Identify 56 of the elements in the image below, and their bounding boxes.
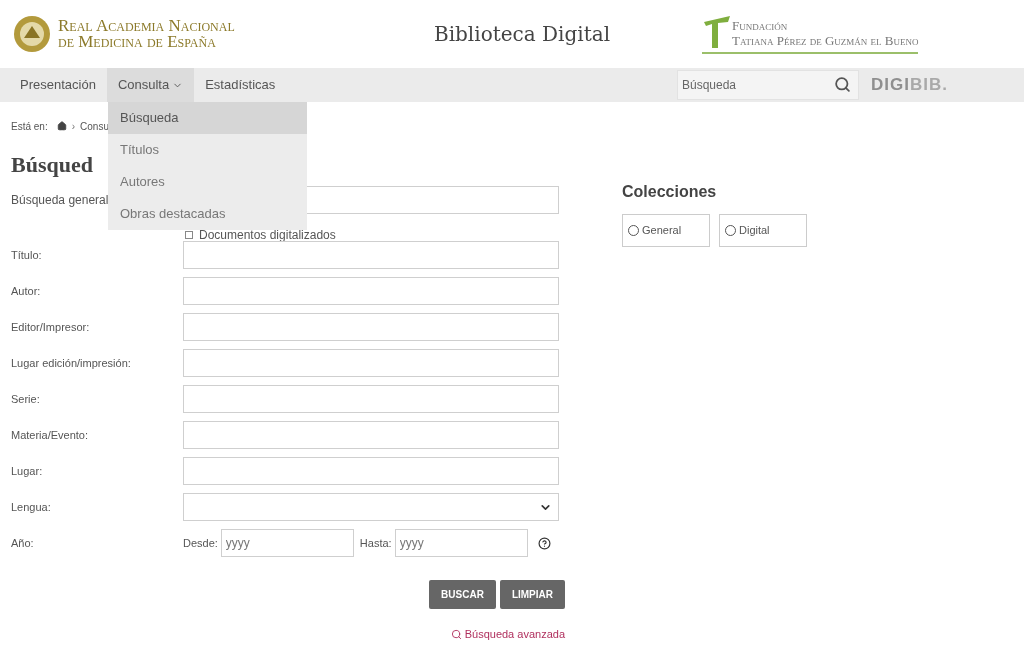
foundation-name: Tatiana Pérez de Guzmán el Bueno: [732, 33, 919, 48]
academy-name: de Medicina de España: [58, 34, 217, 50]
field-label: Lengua:: [11, 499, 52, 515]
menu-item[interactable]: Títulos: [108, 134, 307, 166]
field-label: Desde:: [183, 535, 218, 551]
input-field[interactable]: yyyy: [394, 529, 528, 557]
input-field[interactable]: yyyy: [220, 529, 354, 557]
section-title: Colecciones: [622, 182, 718, 202]
input-field[interactable]: [183, 241, 559, 269]
field-label: Hasta:: [359, 535, 392, 551]
nav-tab[interactable]: Estadísticas: [194, 68, 287, 102]
search-field[interactable]: Búsqueda: [677, 70, 859, 100]
breadcrumb-separator: ›: [71, 119, 76, 134]
field-label: Búsqueda general: [11, 192, 110, 209]
emblem-icon: [12, 14, 52, 54]
site-title: Biblioteca Digital: [432, 21, 612, 48]
breadcrumb-link[interactable]: Consu: [80, 118, 109, 134]
menu-item[interactable]: Autores: [108, 166, 307, 198]
help-icon[interactable]: [537, 536, 551, 550]
academy-name: Real Academia Nacional: [58, 18, 235, 34]
field-label: Lugar edición/impresión:: [11, 355, 132, 371]
advanced-search-link[interactable]: Búsqueda avanzada: [450, 626, 565, 643]
field-label: Lugar:: [11, 463, 44, 479]
radio-button[interactable]: [725, 225, 736, 236]
search-icon[interactable]: [834, 76, 851, 93]
home-icon[interactable]: [56, 121, 67, 131]
search-icon: [450, 628, 462, 640]
brand-logo: DIGIBIB.: [871, 75, 948, 95]
field-label: Serie:: [11, 391, 41, 407]
input-field[interactable]: [183, 457, 559, 485]
field-label: Año:: [11, 535, 35, 551]
checkbox[interactable]: [185, 231, 193, 239]
search-button[interactable]: BUSCAR: [429, 580, 496, 609]
input-field[interactable]: [183, 313, 559, 341]
radio-option[interactable]: General: [622, 214, 710, 247]
field-label: Autor:: [11, 283, 42, 299]
page-heading: Búsqued: [11, 151, 93, 179]
field-label: Editor/Impresor:: [11, 319, 91, 335]
radio-button[interactable]: [628, 225, 639, 236]
menu-item[interactable]: Obras destacadas: [108, 198, 307, 230]
nav-tab[interactable]: Consulta: [106, 68, 195, 102]
checkbox-label: Documentos digitalizados: [199, 227, 336, 244]
foundation-name: Fundación: [732, 18, 789, 33]
breadcrumb-label: Está en:: [11, 119, 48, 134]
input-field[interactable]: [183, 349, 559, 377]
select-field[interactable]: [183, 493, 559, 521]
clear-button[interactable]: LIMPIAR: [499, 580, 565, 609]
nav-tab[interactable]: Presentación: [9, 68, 107, 102]
menu-item[interactable]: Búsqueda: [108, 102, 307, 134]
input-field[interactable]: [183, 421, 559, 449]
radio-option[interactable]: Digital: [719, 214, 807, 247]
tree-logo-icon: [702, 14, 732, 50]
field-label: Materia/Evento:: [11, 427, 90, 443]
input-field[interactable]: [183, 385, 559, 413]
field-label: Título:: [11, 247, 43, 263]
input-field[interactable]: [183, 277, 559, 305]
